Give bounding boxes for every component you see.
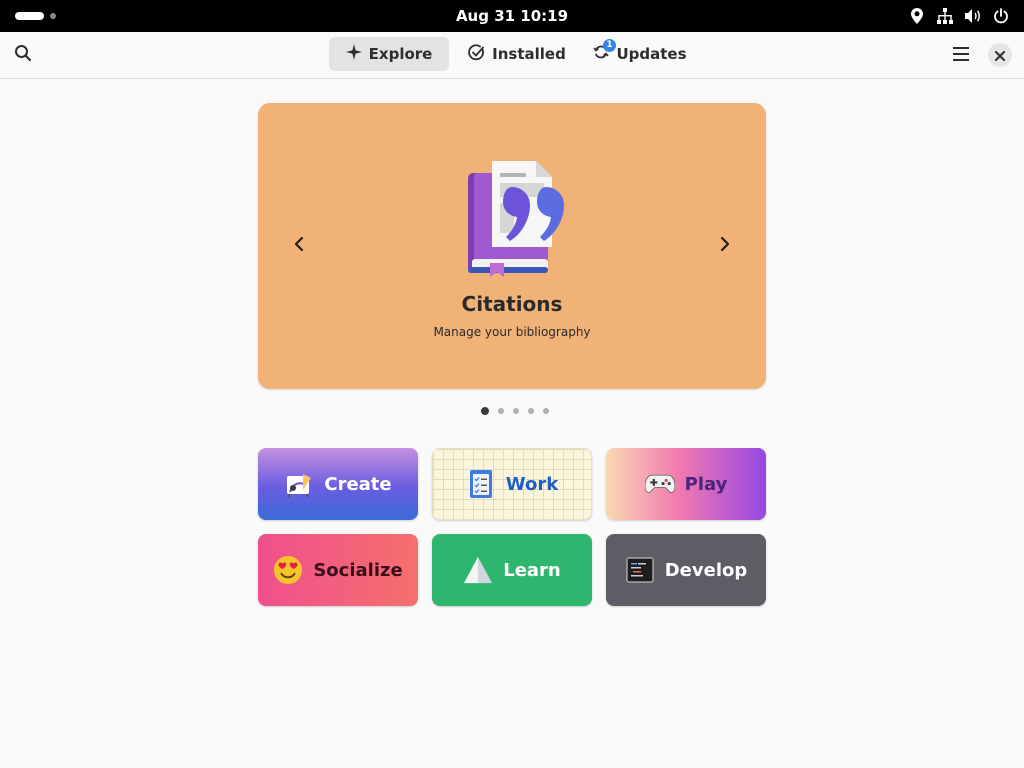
category-label: Learn	[503, 559, 561, 581]
tab-label: Explore	[368, 45, 433, 63]
terminal-icon	[625, 555, 655, 585]
featured-carousel[interactable]: Citations Manage your bibliography	[258, 103, 766, 389]
tab-label: Installed	[492, 45, 566, 63]
category-create-button[interactable]: Create	[258, 448, 418, 520]
category-play-button[interactable]: Play	[606, 448, 766, 520]
sparkle-icon	[345, 44, 362, 64]
tab-updates[interactable]: 1 Updates	[585, 37, 695, 71]
carousel-dot-2[interactable]	[498, 408, 504, 414]
carousel-previous-button[interactable]	[287, 234, 311, 258]
citations-app-icon	[464, 159, 576, 281]
volume-icon	[964, 7, 982, 25]
close-button[interactable]	[988, 43, 1012, 67]
tab-label: Updates	[616, 45, 687, 63]
paper-plane-icon	[463, 555, 493, 585]
carousel-dot-5[interactable]	[543, 408, 549, 414]
tab-installed[interactable]: Installed	[457, 37, 577, 71]
category-work-button[interactable]: Work	[432, 448, 592, 520]
location-icon	[908, 7, 926, 25]
system-tray[interactable]	[908, 7, 1010, 25]
category-label: Socialize	[313, 559, 403, 581]
category-develop-button[interactable]: Develop	[606, 534, 766, 606]
top-bar: Aug 31 10:19	[0, 0, 1024, 32]
featured-app-title: Citations	[461, 292, 563, 316]
clock[interactable]: Aug 31 10:19	[0, 0, 1024, 32]
category-socialize-button[interactable]: Socialize	[258, 534, 418, 606]
search-icon	[14, 44, 32, 66]
category-label: Create	[324, 473, 392, 495]
network-icon	[936, 7, 954, 25]
heart-eyes-emoji-icon	[273, 555, 303, 585]
carousel-dot-4[interactable]	[528, 408, 534, 414]
header-bar: Explore Installed 1 Updates	[0, 32, 1024, 79]
carousel-page-indicator	[481, 407, 549, 415]
power-icon	[992, 7, 1010, 25]
updates-badge: 1	[603, 39, 616, 52]
checklist-icon	[466, 469, 496, 499]
category-learn-button[interactable]: Learn	[432, 534, 592, 606]
check-circle-icon	[468, 43, 485, 65]
search-button[interactable]	[8, 40, 38, 70]
drawing-board-icon	[284, 469, 314, 499]
category-label: Play	[684, 473, 728, 495]
view-switcher: Explore Installed 1 Updates	[329, 37, 695, 71]
hamburger-menu-icon	[953, 46, 969, 65]
featured-app-subtitle: Manage your bibliography	[433, 325, 591, 339]
main-menu-button[interactable]	[946, 40, 976, 70]
category-label: Work	[505, 473, 559, 495]
carousel-dot-1[interactable]	[481, 407, 489, 415]
gamepad-icon	[644, 469, 675, 499]
category-label: Develop	[664, 559, 748, 581]
chevron-right-icon	[720, 236, 730, 256]
chevron-left-icon	[294, 236, 304, 256]
tab-explore[interactable]: Explore	[329, 37, 449, 71]
carousel-next-button[interactable]	[713, 234, 737, 258]
carousel-dot-3[interactable]	[513, 408, 519, 414]
close-icon	[995, 46, 1005, 65]
